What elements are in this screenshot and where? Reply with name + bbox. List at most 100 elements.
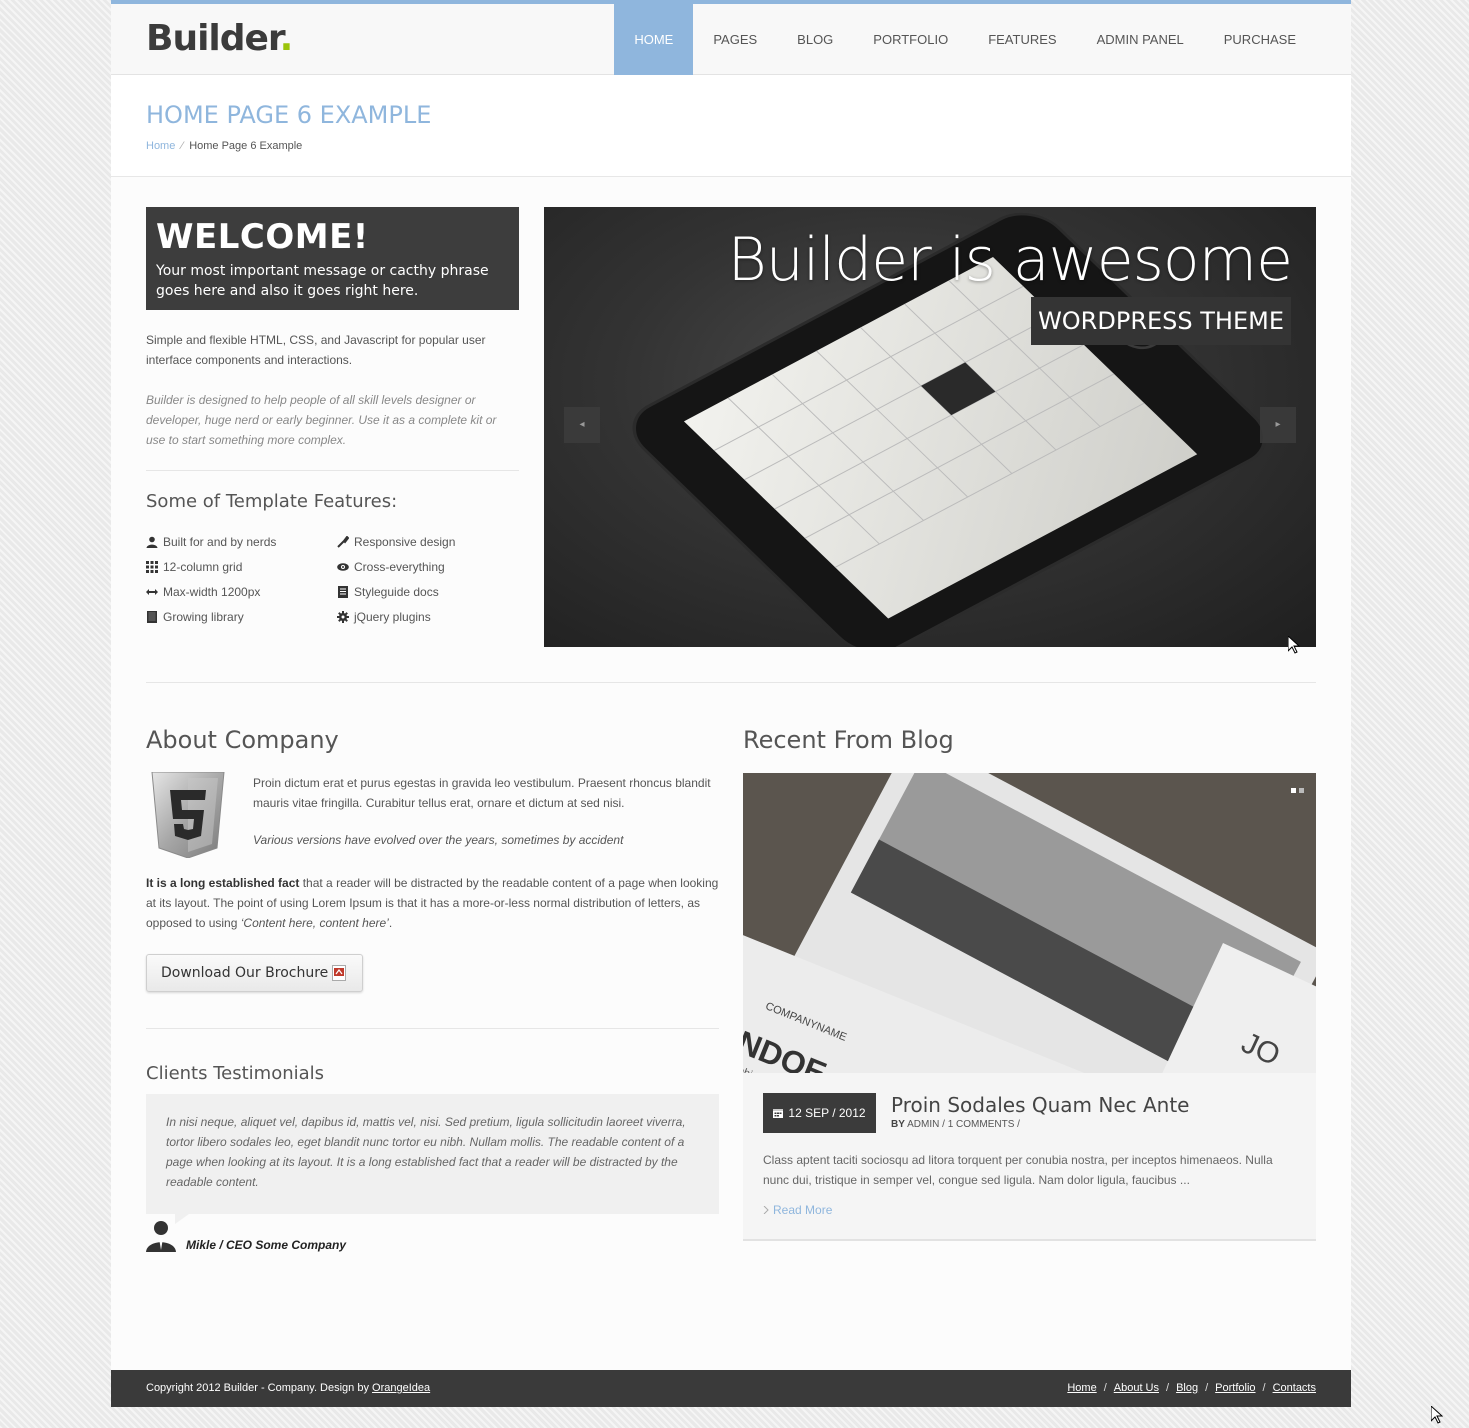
feature-label: 12-column grid (163, 560, 243, 574)
footer-link-blog[interactable]: Blog (1176, 1382, 1198, 1394)
divider (146, 1028, 719, 1029)
footer-separator: / (1103, 1382, 1107, 1394)
blog-post-image[interactable]: COMPANYNAME OHNDOE Graphic Designer JO (743, 773, 1316, 1073)
feature-label: Growing library (163, 610, 244, 624)
feature-item: Growing library (146, 610, 244, 624)
about-paragraph-bold: It is a long established fact (146, 876, 300, 890)
copyright-text: Copyright 2012 Builder - Company. Design… (146, 1382, 373, 1394)
footer-link-home[interactable]: Home (1067, 1382, 1096, 1394)
page-title: HOME PAGE 6 EXAMPLE (146, 101, 432, 129)
divider (146, 682, 1316, 683)
header: Builder. HOME PAGES BLOG PORTFOLIO FEATU… (111, 4, 1351, 75)
nav-item-blog[interactable]: BLOG (777, 4, 853, 75)
nav-item-portfolio[interactable]: PORTFOLIO (853, 4, 968, 75)
designer-link[interactable]: OrangeIdea (372, 1382, 430, 1394)
slider-subtitle: WORDPRESS THEME (1031, 297, 1291, 345)
blog-meta-comments[interactable]: / 1 COMMENTS / (939, 1119, 1020, 1130)
document-icon (338, 586, 348, 598)
blog-post-meta: BY ADMIN / 1 COMMENTS / (891, 1119, 1020, 1130)
about-paragraph-end: . (388, 916, 393, 930)
html5-icon (151, 772, 225, 858)
breadcrumb-separator: ⁄ (181, 140, 184, 152)
feature-label: Styleguide docs (354, 585, 439, 599)
download-brochure-button[interactable]: Download Our Brochure (146, 954, 363, 992)
testimonials-title: Clients Testimonials (146, 1063, 325, 1084)
feature-label: Built for and by nerds (163, 535, 277, 549)
chevron-right-icon (763, 1206, 769, 1214)
hero-slider[interactable]: Builder is awesome WORDPRESS THEME ◂ ▸ (544, 207, 1316, 647)
mouse-cursor-icon (1288, 636, 1300, 654)
logo-dot: . (279, 18, 294, 59)
feature-label: Max-width 1200px (163, 585, 261, 599)
about-paragraph: It is a long established fact that a rea… (146, 873, 721, 933)
breadcrumb-current: Home Page 6 Example (189, 140, 303, 152)
blog-post-date: 12 SEP / 2012 (763, 1093, 876, 1133)
footer-separator: / (1166, 1382, 1170, 1394)
blog-section-title: Recent From Blog (743, 726, 954, 754)
breadcrumb-home-link[interactable]: Home (146, 140, 175, 152)
nav-item-home[interactable]: HOME (614, 4, 694, 75)
slider-next-button[interactable]: ▸ (1260, 407, 1296, 443)
user-icon (146, 536, 158, 548)
nav-item-admin-panel[interactable]: ADMIN PANEL (1077, 4, 1204, 75)
feature-label: jQuery plugins (354, 610, 431, 624)
nav-item-purchase[interactable]: PURCHASE (1204, 4, 1316, 75)
business-cards-illustration: COMPANYNAME OHNDOE Graphic Designer JO (743, 773, 1316, 1073)
feature-item: jQuery plugins (337, 610, 431, 624)
feature-item: Cross-everything (337, 560, 445, 574)
nav-item-pages[interactable]: PAGES (693, 4, 777, 75)
grid-icon (146, 561, 158, 573)
testimonial-quote: In nisi neque, aliquet vel, dapibus id, … (146, 1094, 719, 1214)
footer-link-contacts[interactable]: Contacts (1273, 1382, 1316, 1394)
intro-italic-text: Builder is designed to help people of al… (146, 393, 497, 447)
eye-icon (337, 563, 349, 571)
gear-icon (337, 611, 349, 623)
calendar-icon (773, 1109, 784, 1118)
about-paragraph-italic: ‘Content here, content here’ (240, 916, 389, 930)
mouse-cursor-icon (1431, 1406, 1443, 1424)
feature-item: 12-column grid (146, 560, 242, 574)
blog-meta-by: BY (891, 1119, 905, 1130)
blog-post-excerpt: Class aptent taciti sociosqu ad litora t… (763, 1153, 1273, 1187)
wrench-icon (337, 536, 349, 548)
about-text: Proin dictum erat et purus egestas in gr… (253, 776, 711, 810)
about-italic-text: Various versions have evolved over the y… (253, 833, 624, 847)
feature-item: Max-width 1200px (146, 585, 260, 599)
footer-separator: / (1262, 1382, 1266, 1394)
page: Builder. HOME PAGES BLOG PORTFOLIO FEATU… (111, 0, 1351, 1407)
read-more-link[interactable]: Read More (763, 1203, 832, 1217)
slider-prev-button[interactable]: ◂ (564, 407, 600, 443)
testimonial-tail (175, 1214, 189, 1224)
features-title: Some of Template Features: (146, 491, 398, 512)
feature-label: Cross-everything (354, 560, 445, 574)
arrows-horizontal-icon (146, 589, 158, 595)
feature-label: Responsive design (354, 535, 456, 549)
testimonial-author: Mikle / CEO Some Company (186, 1238, 347, 1252)
blog-post-date-text: 12 SEP / 2012 (788, 1106, 866, 1120)
divider (146, 470, 519, 471)
feature-item: Built for and by nerds (146, 535, 276, 549)
welcome-box: WELCOME! Your most important message or … (146, 207, 519, 310)
footer-link-portfolio[interactable]: Portfolio (1215, 1382, 1255, 1394)
blog-meta-author[interactable]: ADMIN (907, 1119, 939, 1130)
blog-post-title[interactable]: Proin Sodales Quam Nec Ante (891, 1093, 1189, 1117)
main-nav: HOME PAGES BLOG PORTFOLIO FEATURES ADMIN… (614, 4, 1316, 75)
intro-text: Simple and flexible HTML, CSS, and Javas… (146, 333, 486, 367)
nav-item-features[interactable]: FEATURES (968, 4, 1076, 75)
pdf-icon (332, 965, 346, 981)
slider-title: Builder is awesome (727, 225, 1293, 295)
logo-text: Builder (146, 18, 281, 59)
logo[interactable]: Builder. (146, 18, 294, 59)
feature-item: Responsive design (337, 535, 455, 549)
feature-item: Styleguide docs (337, 585, 439, 599)
about-title: About Company (146, 726, 339, 754)
footer-links: Home / About Us / Blog / Portfolio / Con… (1067, 1382, 1316, 1394)
title-area: HOME PAGE 6 EXAMPLE Home ⁄ Home Page 6 Exa… (111, 75, 1351, 177)
welcome-title: WELCOME! (156, 217, 369, 257)
copyright: Copyright 2012 Builder - Company. Design… (146, 1382, 430, 1394)
blog-post-card: COMPANYNAME OHNDOE Graphic Designer JO 1… (743, 773, 1316, 1241)
footer: Copyright 2012 Builder - Company. Design… (111, 1370, 1351, 1407)
read-more-label: Read More (773, 1203, 833, 1217)
footer-link-about-us[interactable]: About Us (1114, 1382, 1159, 1394)
welcome-text: Your most important message or cacthy ph… (156, 263, 489, 299)
